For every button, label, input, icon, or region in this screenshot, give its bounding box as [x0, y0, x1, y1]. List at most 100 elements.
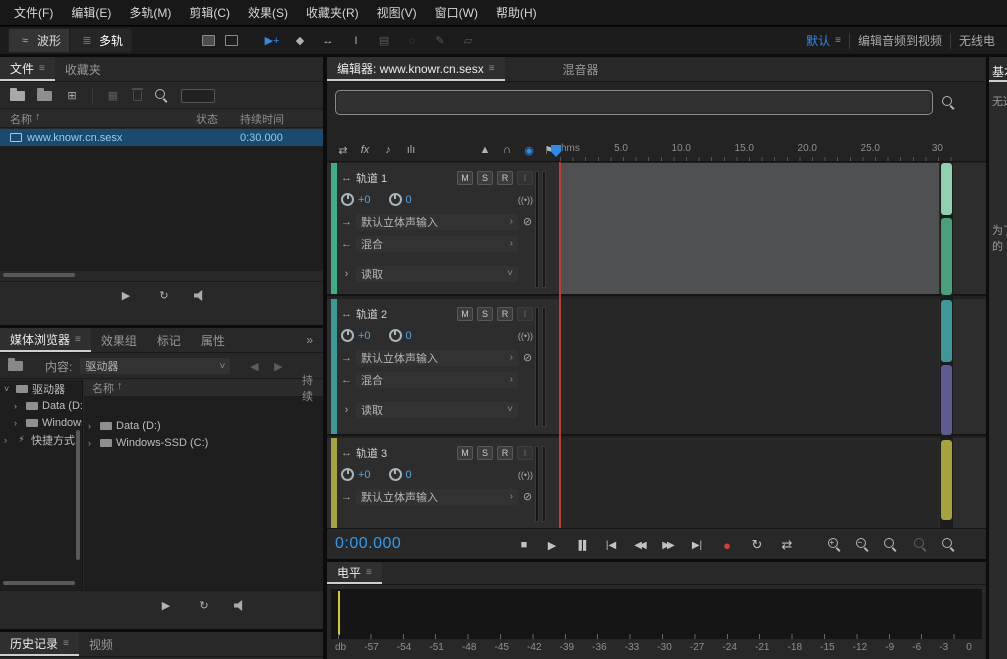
menu-item[interactable]: 多轨(M) [121, 2, 179, 23]
tree-item-drives[interactable]: ˅ 驱动器 [0, 380, 82, 397]
zoom-full-button[interactable] [941, 537, 956, 552]
arm-button[interactable]: R [497, 171, 513, 185]
track-name[interactable]: 轨道 3 [356, 445, 387, 461]
arm-button[interactable]: R [497, 307, 513, 321]
tree-item-drive-2[interactable]: › Windows-SSD (C:) [0, 414, 82, 431]
waveform-button[interactable]: ≈ 波形 [8, 28, 70, 53]
automation-select[interactable]: 读取 ˅ [356, 266, 518, 282]
insert-multitrack-icon[interactable]: ▦ [105, 88, 121, 104]
pause-button[interactable]: ▌▌ [571, 536, 595, 554]
tab-video[interactable]: 视频 [79, 632, 123, 656]
search-input[interactable] [181, 89, 215, 103]
file-row[interactable]: www.knowr.cn.sesx 0:30.000 [0, 129, 323, 146]
automation-select[interactable]: 读取 ˅ [356, 402, 518, 418]
navigator-zoom-icon[interactable] [941, 95, 956, 110]
volume-knob[interactable] [341, 468, 354, 481]
zoom-navigator-handle[interactable] [338, 93, 930, 112]
twist-closed-icon[interactable]: › [88, 421, 96, 431]
files-hscrollbar[interactable] [3, 273, 75, 277]
tab-media-browser[interactable]: 媒体浏览器 ≡ [0, 328, 91, 352]
col-duration[interactable]: 持续 [302, 372, 323, 404]
tab-overflow-button[interactable]: » [296, 328, 323, 352]
col-name[interactable]: 名称 [92, 380, 114, 396]
bus-select[interactable]: 混合 › [356, 236, 518, 252]
no-fx-icon[interactable]: ⊘ [522, 351, 533, 364]
panel-menu-icon[interactable]: ≡ [489, 63, 495, 74]
pan-knob[interactable] [389, 193, 402, 206]
go-to-start-button[interactable]: |◀ [599, 536, 623, 554]
fast-forward-button[interactable]: ▶▶ [655, 536, 679, 554]
bus-select[interactable]: 混合 › [356, 372, 518, 388]
auto-play-speaker-icon[interactable] [194, 290, 206, 301]
twist-closed-icon[interactable]: › [4, 435, 12, 445]
spot-toggle-icon[interactable]: ◉ [521, 142, 537, 158]
tab-files[interactable]: 文件 ≡ [0, 57, 55, 81]
time-display[interactable]: 0:00.000 [335, 535, 401, 553]
slip-tool-icon[interactable]: ↔ [320, 33, 336, 49]
timeline-ruler[interactable]: hms 5.010.015.020.025.030 [555, 139, 954, 161]
pencil-tool-icon[interactable]: ✎ [432, 33, 448, 49]
track-move-icon[interactable]: ⇄ [335, 142, 351, 158]
workspace-menu-icon[interactable]: ≡ [835, 35, 841, 46]
no-fx-icon[interactable]: ⊘ [522, 215, 533, 228]
rewind-button[interactable]: ◀◀ [627, 536, 651, 554]
group-tool-icon[interactable] [202, 35, 215, 46]
menu-item[interactable]: 效果(S) [240, 2, 296, 23]
tab-effects-rack[interactable]: 效果组 [91, 328, 147, 352]
play-button[interactable]: ▶ [540, 536, 564, 554]
tab-properties[interactable]: 属性 [191, 328, 235, 352]
stop-button[interactable]: ■ [512, 536, 536, 554]
workspace-right-clipped[interactable]: 无线电 [959, 32, 1003, 49]
media-list-header[interactable]: 名称 ↑ 持续 [84, 380, 323, 397]
solo-button[interactable]: S [477, 307, 493, 321]
magnet-icon[interactable]: ∩ [499, 142, 515, 158]
auto-play-speaker-icon[interactable] [234, 600, 246, 611]
tab-levels[interactable]: 电平 ≡ [327, 562, 382, 584]
go-to-end-button[interactable]: ▶| [685, 536, 709, 554]
zoom-to-selection-button[interactable] [883, 537, 898, 552]
tab-markers[interactable]: 标记 [147, 328, 191, 352]
twist-closed-icon[interactable]: › [88, 438, 96, 448]
ibeam-tool-icon[interactable]: I [348, 33, 364, 49]
loop-preview-icon[interactable]: ↻ [196, 598, 212, 614]
solo-button[interactable]: S [477, 171, 493, 185]
scrollbar-segment[interactable] [941, 163, 952, 215]
tab-mixer[interactable]: 混音器 [553, 57, 609, 81]
mute-button[interactable]: M [457, 446, 473, 460]
list-item-drive-d[interactable]: › Data (D:) [84, 417, 323, 434]
panel-menu-icon[interactable]: ≡ [75, 334, 81, 345]
media-import-icon[interactable] [8, 361, 23, 371]
tab-editor[interactable]: 编辑器: www.knowr.cn.sesx ≡ [327, 57, 505, 81]
multitrack-button[interactable]: ≣ 多轨 [70, 28, 132, 53]
menu-item[interactable]: 剪辑(C) [181, 2, 238, 23]
workspace-edit-av-button[interactable]: 编辑音频到视频 [858, 32, 942, 49]
monitor-button[interactable]: I [517, 307, 533, 321]
tab-essential-sound[interactable]: 基本 [992, 63, 1007, 80]
scrollbar-segment[interactable] [941, 365, 952, 435]
track-content[interactable] [560, 438, 939, 528]
col-duration[interactable]: 持续时间 [240, 111, 284, 127]
pan-value[interactable]: 0 [406, 330, 412, 342]
tree-item-drive-1[interactable]: › Data (D:) [0, 397, 82, 414]
twist-closed-icon[interactable]: › [14, 418, 22, 428]
tree-vscrollbar[interactable] [76, 430, 80, 560]
track-content[interactable] [560, 163, 939, 294]
note-icon[interactable]: ♪ [380, 142, 396, 158]
automation-twist-icon[interactable]: › [341, 268, 352, 280]
menu-item[interactable]: 窗口(W) [427, 2, 486, 23]
forward-icon[interactable]: ▶ [270, 358, 286, 374]
preview-play-icon[interactable]: ▶ [118, 288, 134, 304]
menu-item[interactable]: 文件(F) [6, 2, 61, 23]
skip-selection-button[interactable]: ⇄ [775, 536, 799, 554]
new-item-icon[interactable]: ⊞ [64, 88, 80, 104]
volume-knob[interactable] [341, 193, 354, 206]
monitor-input-icon[interactable]: ((•)) [518, 331, 533, 341]
loop-playback-button[interactable]: ↻ [745, 536, 769, 554]
panel-menu-icon[interactable]: ≡ [39, 63, 45, 74]
twist-closed-icon[interactable]: › [14, 401, 22, 411]
scrollbar-segment[interactable] [941, 218, 952, 295]
loop-preview-icon[interactable]: ↻ [156, 288, 172, 304]
col-name[interactable]: 名称 [10, 111, 32, 127]
record-button[interactable]: ● [715, 536, 739, 554]
input-select[interactable]: 默认立体声输入 › [356, 214, 518, 230]
